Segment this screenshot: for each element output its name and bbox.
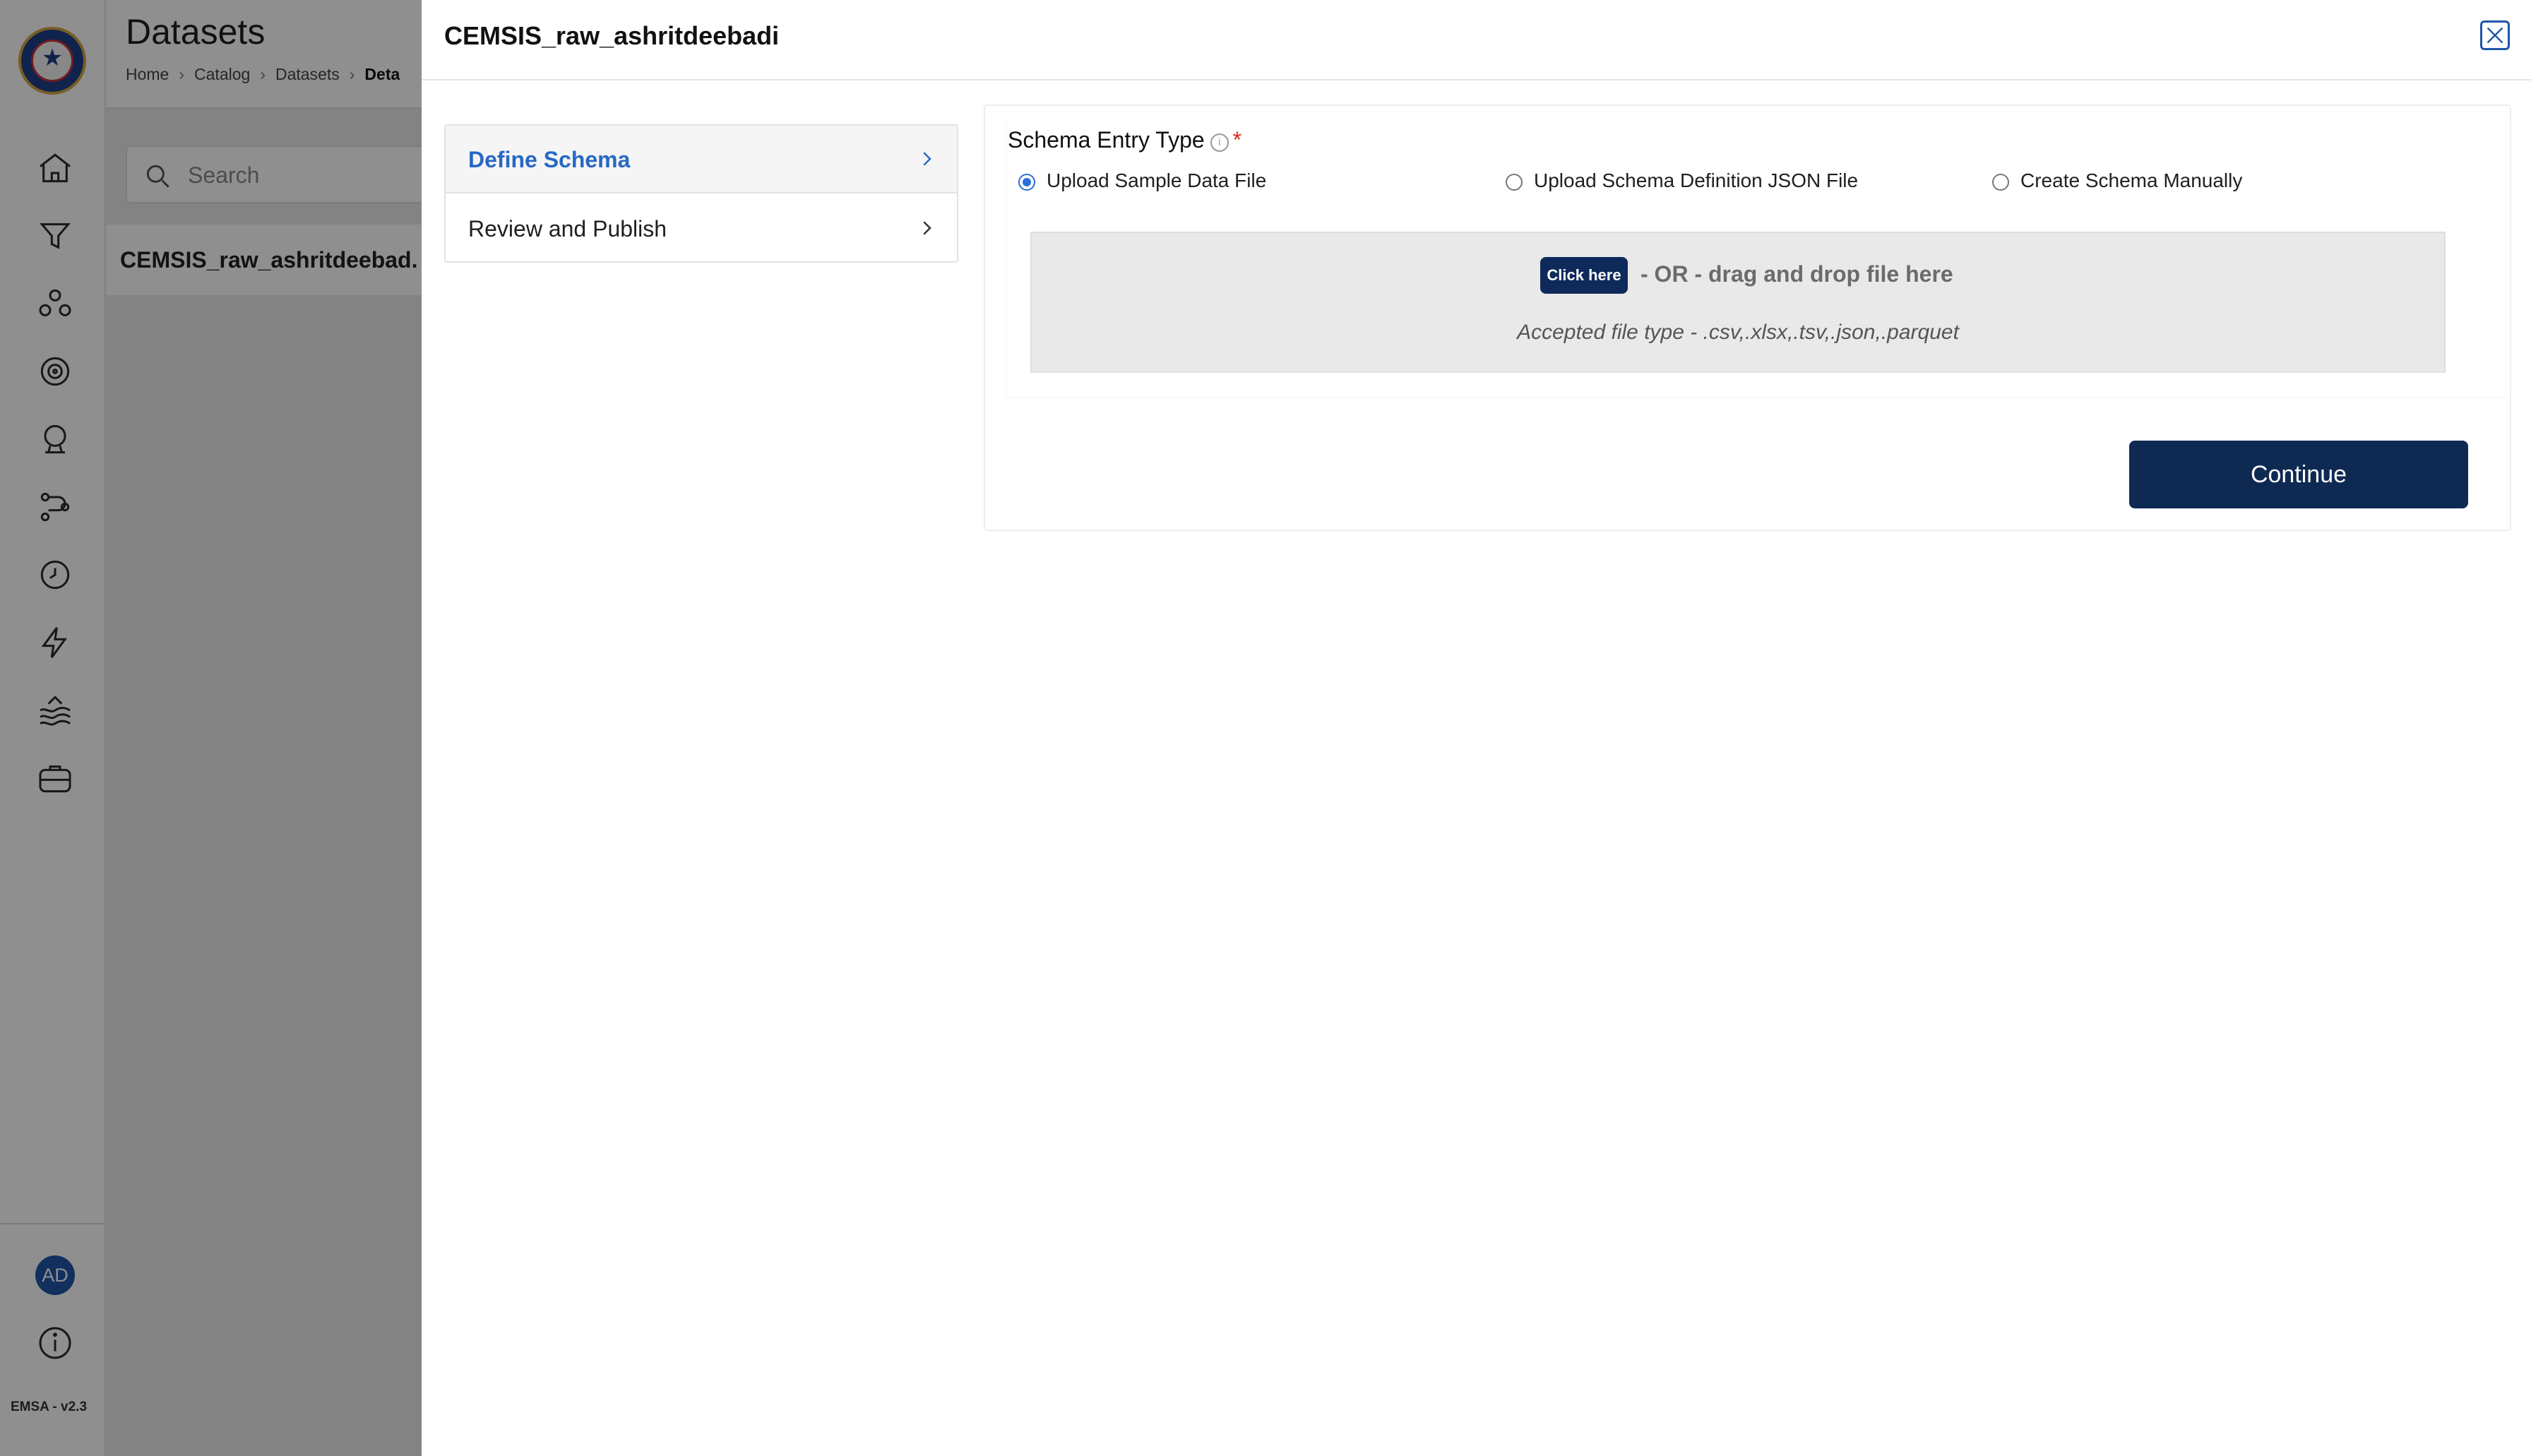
step-review-publish[interactable]: Review and Publish (446, 195, 957, 263)
info-icon[interactable]: i (1210, 133, 1229, 152)
step-define-schema[interactable]: Define Schema (446, 126, 957, 193)
drawer-title: CEMSIS_raw_ashritdeebadi (444, 21, 780, 50)
field-label-text: Schema Entry Type (1008, 127, 1205, 153)
radio-button[interactable] (1018, 174, 1035, 191)
file-dropzone[interactable]: Click here - OR - drag and drop file her… (1030, 232, 2446, 373)
radio-upload-sample[interactable]: Upload Sample Data File (1018, 169, 1266, 192)
radio-create-manually[interactable]: Create Schema Manually (1992, 169, 2242, 192)
drop-instruction: - OR - drag and drop file here (1640, 261, 1953, 287)
radio-upload-json[interactable]: Upload Schema Definition JSON File (1506, 169, 1858, 192)
schema-drawer: CEMSIS_raw_ashritdeebadi Define Schema R… (422, 0, 2531, 1456)
close-button[interactable] (2480, 20, 2510, 50)
required-mark: * (1232, 127, 1242, 153)
step-label: Review and Publish (468, 216, 667, 241)
radio-label: Upload Sample Data File (1047, 169, 1267, 191)
chevron-right-icon (923, 221, 931, 235)
radio-button[interactable] (1992, 174, 2009, 191)
click-here-button[interactable]: Click here (1540, 257, 1628, 294)
close-icon (2487, 27, 2503, 44)
radio-label: Upload Schema Definition JSON File (1534, 169, 1859, 191)
continue-button[interactable]: Continue (2129, 441, 2468, 508)
stepper: Define Schema Review and Publish (444, 124, 958, 263)
drawer-header: CEMSIS_raw_ashritdeebadi (422, 0, 2531, 80)
radio-button[interactable] (1506, 174, 1523, 191)
schema-entry-label: Schema Entry Type i * (1008, 127, 1241, 153)
chevron-right-icon (923, 152, 931, 166)
radio-label: Create Schema Manually (2020, 169, 2243, 191)
step-label: Define Schema (468, 147, 631, 172)
accepted-file-types: Accepted file type - .csv,.xlsx,.tsv,.js… (1517, 321, 1959, 344)
